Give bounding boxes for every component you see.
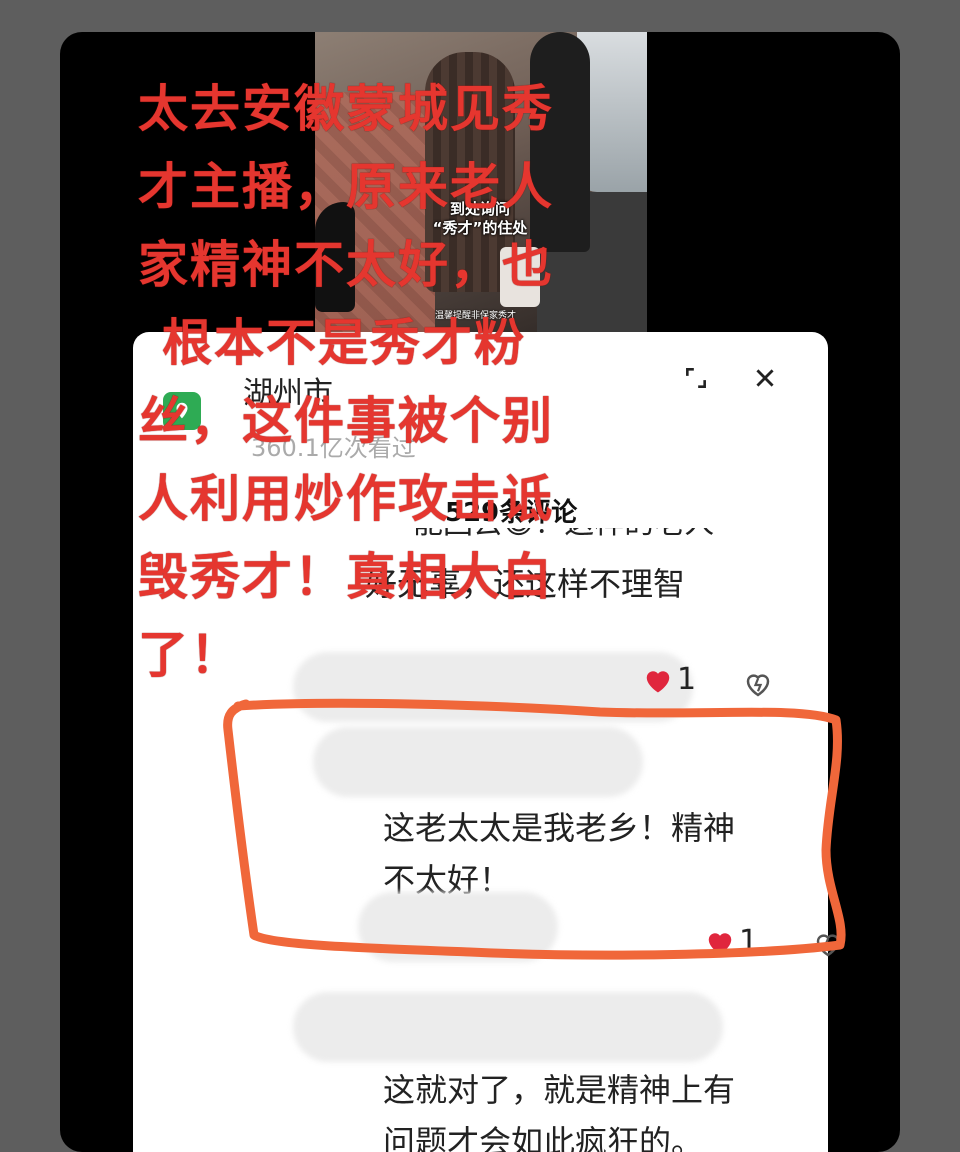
comment-line: 这老太太是我老乡！精神 bbox=[383, 809, 736, 847]
like-button[interactable]: 1 bbox=[705, 924, 758, 959]
location-label[interactable]: 湖州市 bbox=[243, 368, 333, 412]
video-subtitle: 温馨提醒非保家秀才 bbox=[435, 311, 517, 321]
comment-text: 这老太太是我老乡！精神 不太好！ bbox=[383, 802, 735, 906]
like-count: 1 bbox=[739, 924, 759, 959]
close-icon[interactable] bbox=[747, 360, 783, 396]
location-pin-icon bbox=[176, 402, 188, 419]
comment-count: 529条评论 bbox=[445, 498, 578, 528]
comment-line: 这就对了，就是精神上有 bbox=[383, 1071, 736, 1109]
video-caption-line: “秀才”的住处 bbox=[432, 219, 528, 237]
video-caption-line: 到处询问 bbox=[449, 200, 510, 218]
bag-image bbox=[500, 247, 540, 307]
expand-icon[interactable] bbox=[678, 360, 714, 396]
view-count: 360.1亿次看过 bbox=[251, 434, 416, 462]
blurred-username bbox=[313, 727, 643, 797]
heart-icon bbox=[708, 932, 732, 954]
blurred-username bbox=[293, 992, 723, 1062]
video-caption: 到处询问 “秀才”的住处 bbox=[415, 200, 545, 238]
comment-line: 问题才会如此疯狂的。 bbox=[383, 1123, 704, 1152]
blurred-username bbox=[293, 652, 693, 722]
comment-partial-text: 能回去😄！这样的老人 bbox=[413, 528, 714, 541]
like-button[interactable]: 1 bbox=[643, 662, 696, 697]
dislike-icon[interactable] bbox=[813, 930, 843, 960]
heart-icon bbox=[646, 670, 670, 692]
comment-panel: 湖州市 360.1亿次看过 529条评论 能回去😄！这样的老人 好无辜，还这样不… bbox=[133, 332, 840, 1152]
phone-screen: 到处询问 “秀才”的住处 温馨提醒非保家秀才 湖州市 360.1亿次看过 529… bbox=[60, 32, 900, 1152]
comment-partial-line: 能回去😄！这样的老人 bbox=[413, 528, 753, 548]
dislike-icon[interactable] bbox=[743, 670, 773, 700]
comment-text: 好无辜，还这样不理智 bbox=[365, 565, 686, 603]
like-count: 1 bbox=[677, 662, 697, 697]
comment-text: 这就对了，就是精神上有 问题才会如此疯狂的。 bbox=[383, 1064, 735, 1152]
dog-image bbox=[315, 202, 355, 312]
blurred-username bbox=[358, 892, 558, 962]
video-thumbnail[interactable]: 到处询问 “秀才”的住处 温馨提醒非保家秀才 bbox=[315, 32, 647, 332]
location-icon bbox=[163, 392, 201, 430]
